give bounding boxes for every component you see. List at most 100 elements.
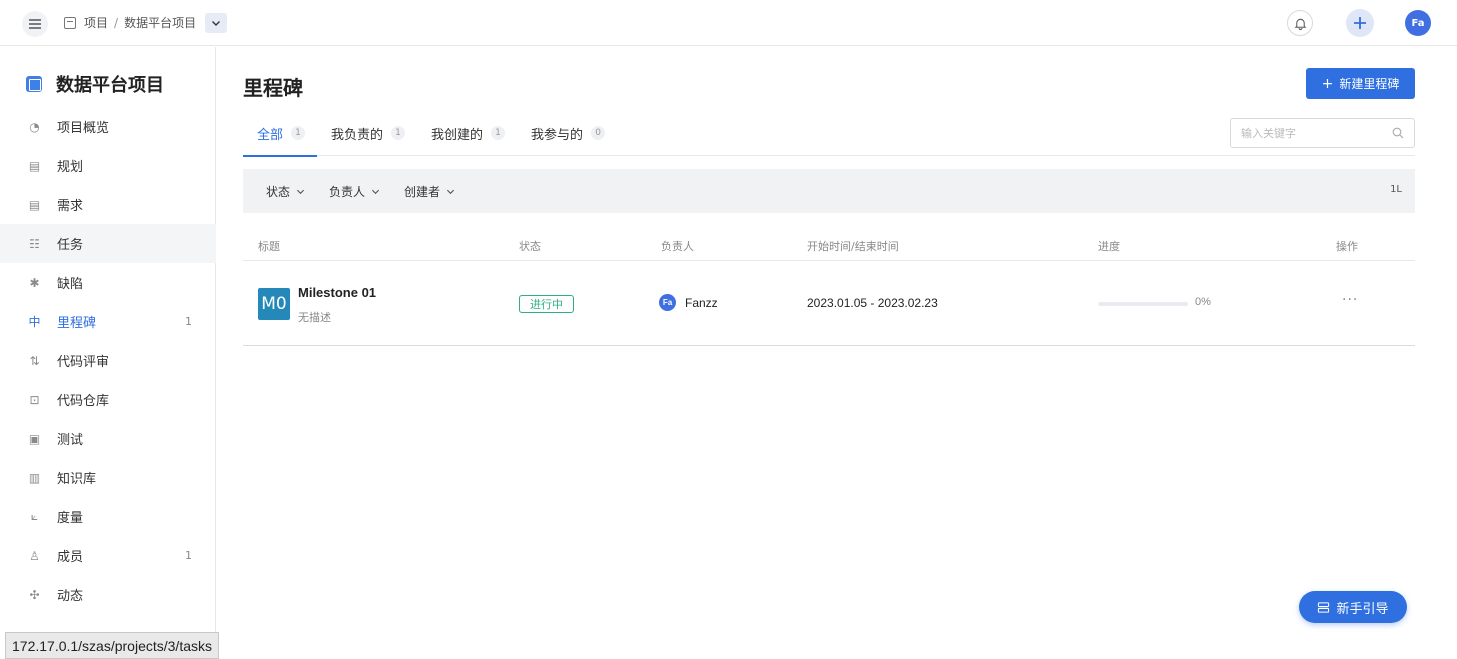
sidebar-item-label: 测试 (57, 433, 84, 448)
search-icon[interactable] (1392, 127, 1404, 139)
sidebar-item-tasks[interactable]: ☷ 任务 (0, 224, 216, 263)
chevron-down-icon (447, 189, 455, 194)
create-plus-icon[interactable] (1346, 9, 1374, 37)
sort-icon[interactable]: 1L (1390, 184, 1402, 195)
avatar: Fa (659, 294, 676, 311)
guide-icon (1318, 601, 1330, 613)
project-logo-icon (26, 76, 42, 92)
notification-bell-icon[interactable] (1287, 10, 1313, 36)
column-actions: 操作 (1336, 240, 1358, 253)
tab-mine-created[interactable]: 我创建的 1 (431, 120, 506, 156)
calendar-icon: ▤ (28, 158, 41, 173)
sidebar-item-members[interactable]: ♙ 成员 1 (0, 536, 216, 575)
top-bar: 项目 / 数据平台项目 Fa (0, 0, 1457, 46)
column-title: 标题 (258, 240, 280, 253)
column-progress: 进度 (1098, 240, 1120, 253)
menu-icon[interactable] (22, 11, 48, 37)
chevron-down-icon (371, 189, 380, 194)
column-status: 状态 (519, 240, 541, 253)
project-icon (64, 16, 76, 29)
chevron-down-icon (296, 189, 305, 194)
new-milestone-button[interactable]: + 新建里程碑 (1306, 68, 1415, 99)
sidebar-project-header: 数据平台项目 (26, 71, 164, 97)
tab-label: 我负责的 (331, 128, 384, 143)
sidebar: 数据平台项目 ◔ 项目概览 ▤ 规划 ▤ 需求 ☷ 任务 ✱ 缺陷 中 里程碑 … (0, 47, 216, 659)
column-owner: 负责人 (661, 240, 694, 253)
filter-label: 创建者 (404, 184, 441, 199)
filter-owner[interactable]: 负责人 (329, 183, 380, 200)
table-row[interactable]: M0 Milestone 01 无描述 进行中 Fa Fanzz 2023.01… (243, 262, 1415, 346)
tab-label: 我创建的 (431, 128, 484, 143)
milestone-icon: 中 (28, 315, 41, 329)
project-switch-dropdown[interactable] (205, 13, 227, 33)
milestone-owner: Fa Fanzz (659, 294, 718, 311)
requirement-icon: ▤ (28, 197, 41, 212)
search-input[interactable] (1231, 119, 1381, 147)
owner-name: Fanzz (685, 295, 718, 310)
milestone-dates: 2023.01.05 - 2023.02.23 (807, 296, 938, 310)
sidebar-item-overview[interactable]: ◔ 项目概览 (0, 107, 216, 146)
progress-bar (1098, 302, 1188, 306)
sidebar-item-knowledge[interactable]: ▥ 知识库 (0, 458, 216, 497)
sidebar-item-label: 任务 (57, 238, 84, 253)
tab-mine-owned[interactable]: 我负责的 1 (331, 120, 406, 156)
sidebar-item-bugs[interactable]: ✱ 缺陷 (0, 263, 216, 302)
tab-mine-participated[interactable]: 我参与的 0 (531, 120, 606, 156)
sidebar-item-label: 知识库 (57, 472, 97, 487)
progress-percent: 0% (1195, 296, 1211, 308)
filter-creator[interactable]: 创建者 (404, 183, 455, 200)
sidebar-item-activity[interactable]: ✣ 动态 (0, 575, 216, 614)
sidebar-item-metrics[interactable]: ⟀ 度量 (0, 497, 216, 536)
column-dates: 开始时间/结束时间 (807, 240, 899, 253)
code-icon: ⊡ (29, 392, 40, 407)
sidebar-item-requirements[interactable]: ▤ 需求 (0, 185, 216, 224)
sidebar-item-label: 成员 (57, 550, 84, 565)
merge-icon: ⇅ (29, 353, 40, 368)
breadcrumb: 项目 / 数据平台项目 (64, 14, 196, 31)
activity-icon: ✣ (29, 587, 40, 602)
chart-icon: ⟀ (30, 509, 39, 523)
members-icon: ♙ (29, 548, 40, 563)
milestone-avatar: M0 (258, 288, 290, 320)
beginner-guide-button[interactable]: 新手引导 (1299, 591, 1407, 623)
breadcrumb-root[interactable]: 项目 (84, 14, 108, 31)
filter-status[interactable]: 状态 (266, 183, 305, 200)
sidebar-item-label: 缺陷 (57, 277, 84, 292)
sidebar-item-label: 代码评审 (57, 355, 110, 370)
filter-bar: 状态 负责人 创建者 1L (243, 169, 1415, 213)
test-icon: ▣ (28, 431, 41, 446)
book-icon: ▥ (28, 470, 41, 485)
new-milestone-label: 新建里程碑 (1339, 77, 1400, 91)
dashboard-icon: ◔ (29, 119, 40, 134)
page-title: 里程碑 (243, 76, 303, 100)
sidebar-item-label: 需求 (57, 199, 84, 214)
search-box (1230, 118, 1415, 148)
more-actions-icon[interactable]: ··· (1342, 292, 1358, 308)
sidebar-item-planning[interactable]: ▤ 规划 (0, 146, 216, 185)
project-name: 数据平台项目 (56, 75, 164, 96)
status-badge[interactable]: 进行中 (519, 295, 574, 313)
sidebar-item-testing[interactable]: ▣ 测试 (0, 419, 216, 458)
sidebar-item-code-review[interactable]: ⇅ 代码评审 (0, 341, 216, 380)
chevron-down-icon (212, 21, 220, 26)
sidebar-item-label: 项目概览 (57, 121, 110, 136)
task-icon: ☷ (29, 236, 40, 251)
sidebar-item-label: 规划 (57, 160, 84, 175)
tab-count: 1 (291, 126, 306, 140)
filter-label: 状态 (266, 184, 291, 199)
filter-label: 负责人 (329, 184, 366, 199)
breadcrumb-separator: / (114, 15, 119, 30)
breadcrumb-current[interactable]: 数据平台项目 (124, 14, 196, 31)
status-bar-url: 172.17.0.1/szas/projects/3/tasks (5, 632, 219, 659)
tab-count: 1 (491, 126, 506, 140)
user-avatar[interactable]: Fa (1405, 10, 1431, 36)
sidebar-item-label: 度量 (57, 511, 84, 526)
table-header: 标题 状态 负责人 开始时间/结束时间 进度 操作 (243, 226, 1415, 261)
tab-count: 0 (591, 126, 606, 140)
sidebar-item-milestones[interactable]: 中 里程碑 1 (0, 302, 216, 341)
sidebar-item-count: 1 (185, 315, 192, 328)
sidebar-item-repository[interactable]: ⊡ 代码仓库 (0, 380, 216, 419)
tab-all[interactable]: 全部 1 (243, 120, 318, 157)
sidebar-item-label: 代码仓库 (57, 394, 110, 409)
milestone-title[interactable]: Milestone 01 (298, 285, 376, 300)
